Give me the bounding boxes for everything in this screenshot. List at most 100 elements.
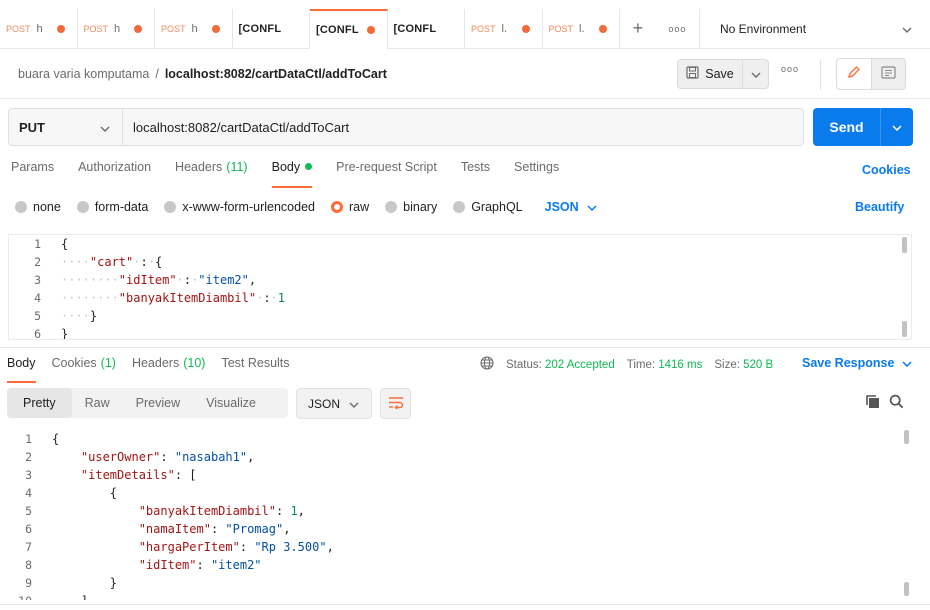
tab-label: Body (7, 356, 36, 370)
http-method-select[interactable]: PUT (8, 108, 123, 146)
radio-icon[interactable] (453, 201, 466, 213)
more-options-icon[interactable]: ooo (781, 64, 799, 74)
code-line: 3 ········"idItem"·:·"item2", (9, 271, 911, 289)
code-token: { (61, 237, 69, 251)
body-type-raw[interactable]: raw (331, 200, 369, 214)
view-mode-preview[interactable]: Preview (123, 388, 193, 418)
breadcrumb-collection[interactable]: buara varia komputama (18, 67, 149, 81)
code-text: } (44, 574, 117, 592)
request-tab[interactable]: [CONFL (310, 9, 388, 49)
request-tab[interactable]: POST l. (465, 9, 543, 49)
environment-selector[interactable]: No Environment (700, 9, 930, 48)
documentation-mode-button[interactable] (872, 59, 906, 89)
code-line: 6} (9, 325, 911, 340)
view-mode-visualize[interactable]: Visualize (193, 388, 269, 418)
tab-name: l. (501, 23, 508, 35)
breadcrumb-separator: / (155, 67, 159, 81)
response-body-viewer[interactable]: 1{2 "userOwner": "nasabah1", 3 "itemDetai… (0, 430, 912, 600)
code-token: ········ (61, 291, 119, 305)
chevron-down-icon (902, 22, 912, 36)
tab-params[interactable]: Params (11, 160, 54, 184)
line-number: 1 (34, 237, 41, 251)
code-token: { (154, 255, 163, 269)
chevron-down-icon (751, 67, 761, 81)
size-badge[interactable]: Size: 520 B (714, 359, 773, 371)
code-line: 8 "idItem": "item2" (0, 556, 912, 574)
tab-authorization[interactable]: Authorization (78, 160, 151, 184)
body-type-x-www-form-urlencoded[interactable]: x-www-form-urlencoded (164, 200, 315, 214)
unsaved-dot-icon (56, 25, 65, 33)
body-type-none[interactable]: none (15, 200, 61, 214)
wrap-lines-button[interactable] (380, 388, 411, 419)
code-token: "hargaPerItem" (138, 540, 240, 554)
code-token: } (89, 309, 98, 323)
save-label: Save (705, 67, 734, 81)
add-tab-icon[interactable]: + (633, 18, 644, 39)
request-tab[interactable]: POST h (78, 9, 155, 49)
code-token: "namaItem" (138, 522, 211, 536)
radio-icon[interactable] (331, 201, 343, 213)
time-label: Time: (626, 358, 656, 371)
breadcrumb-request[interactable]: localhost:8082/cartDataCtl/addToCart (165, 67, 387, 81)
code-token: } (61, 327, 69, 340)
code-token: 1 (290, 504, 298, 518)
code-token: "idItem" (118, 273, 177, 287)
code-line: 4 ········"banyakItemDiambil"·:·1 (9, 289, 911, 307)
send-options-button[interactable] (881, 108, 913, 146)
tab-body[interactable]: Body (271, 160, 313, 188)
code-token: "userOwner" (80, 450, 161, 464)
view-mode-pretty[interactable]: Pretty (7, 388, 72, 418)
scrollbar[interactable] (904, 582, 909, 596)
tab-label: Authorization (78, 160, 152, 174)
code-text: "itemDetails": [ (44, 466, 197, 484)
beautify-link[interactable]: Beautify (855, 200, 904, 214)
request-tab[interactable]: POST h (155, 9, 233, 49)
response-tab-headers[interactable]: Headers (10) (132, 356, 205, 376)
code-line: 1{ (9, 235, 911, 253)
tab-pre-request-script[interactable]: Pre-request Script (336, 160, 437, 184)
radio-icon[interactable] (164, 201, 177, 213)
response-format-select[interactable]: JSON (296, 388, 372, 419)
request-tab[interactable]: [CONFL (233, 9, 310, 49)
body-type-form-data[interactable]: form-data (76, 200, 148, 214)
radio-icon[interactable] (76, 201, 89, 213)
edit-mode-button[interactable] (837, 59, 872, 89)
request-tab[interactable]: POST l. (543, 9, 620, 49)
search-icon[interactable] (889, 394, 904, 412)
body-format-select[interactable]: JSON (545, 200, 597, 214)
copy-icon[interactable] (865, 394, 880, 412)
tab-count: (1) (100, 356, 116, 370)
save-button[interactable]: Save (677, 59, 743, 89)
tab-headers[interactable]: Headers (11) (175, 160, 248, 184)
tab-settings[interactable]: Settings (514, 160, 559, 184)
response-tab-test-results[interactable]: Test Results (221, 356, 289, 376)
code-line: 1{ (0, 430, 912, 448)
url-input[interactable] (123, 108, 804, 146)
status-badge[interactable]: Status: 202 Accepted (506, 359, 615, 371)
tab-label: Settings (514, 160, 560, 174)
request-tab[interactable]: POST h (0, 9, 78, 49)
document-icon (881, 66, 896, 82)
scrollbar[interactable] (902, 321, 907, 337)
radio-icon[interactable] (15, 201, 27, 213)
tab-method: POST (548, 24, 574, 34)
time-badge[interactable]: Time: 1416 ms (627, 359, 703, 371)
environment-label: No Environment (720, 21, 807, 36)
scrollbar[interactable] (904, 430, 909, 444)
tab-overflow-icon[interactable]: ooo (668, 24, 686, 34)
cookies-link[interactable]: Cookies (862, 163, 911, 177)
body-type-GraphQL[interactable]: GraphQL (453, 200, 523, 214)
request-tab[interactable]: [CONFL (388, 9, 465, 49)
view-mode-raw[interactable]: Raw (72, 388, 123, 418)
save-options-button[interactable] (743, 59, 769, 89)
request-body-editor[interactable]: 1{2 ····"cart"·:·{3 ········"idItem"·:·"it… (8, 234, 912, 340)
response-tab-cookies[interactable]: Cookies (1) (52, 356, 116, 376)
scrollbar[interactable] (902, 237, 907, 253)
save-response-button[interactable]: Save Response (802, 356, 912, 370)
body-type-binary[interactable]: binary (385, 200, 437, 214)
radio-icon[interactable] (385, 201, 398, 213)
globe-icon[interactable] (480, 356, 494, 373)
tab-tests[interactable]: Tests (461, 160, 490, 184)
response-tab-body[interactable]: Body (7, 356, 36, 383)
send-button[interactable]: Send (813, 108, 881, 146)
